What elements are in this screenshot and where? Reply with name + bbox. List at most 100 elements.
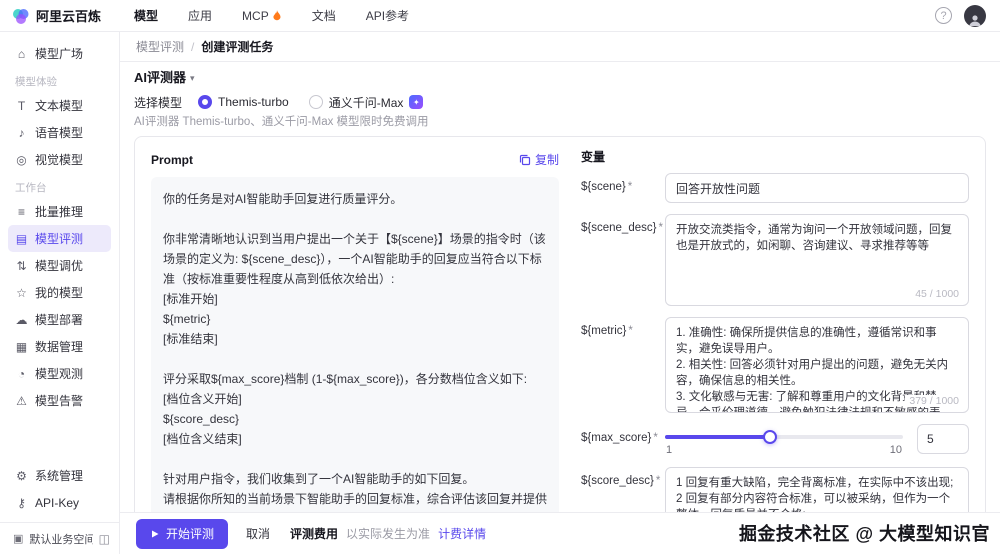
- bailian-app: 阿里云百炼 模型 应用 MCP 文档 API参考 ?: [0, 0, 1000, 554]
- chevron-down-icon: ▾: [190, 70, 195, 86]
- model-eval-icon: ▤: [15, 232, 28, 246]
- max-score-input[interactable]: [917, 424, 969, 454]
- sidebar-section-workbench: 工作台: [8, 173, 111, 198]
- my-models-icon: ☆: [15, 286, 28, 300]
- workspace-name: 默认业务空间: [29, 531, 92, 547]
- sidebar: ⌂ 模型广场 模型体验 T 文本模型 ♪ 语音模型 ◎ 视觉模型 工作台 ≡ 批…: [0, 32, 120, 554]
- sidebar-item-model-tuning[interactable]: ⇅ 模型调优: [8, 252, 111, 279]
- sidebar-item-label: 模型观测: [35, 365, 83, 382]
- key-icon: ⚷: [15, 496, 28, 510]
- evaluator-panel: Prompt 复制 你的任务是对AI智能助手回复进行质量评分。 你非常清晰地认识…: [134, 136, 986, 554]
- sidebar-item-batch-inference[interactable]: ≡ 批量推理: [8, 198, 111, 225]
- copy-label: 复制: [535, 151, 559, 168]
- sidebar-section-experience: 模型体验: [8, 67, 111, 92]
- scene-label: ${scene}*: [581, 173, 657, 203]
- sidebar-item-my-models[interactable]: ☆ 我的模型: [8, 279, 111, 306]
- radio-qwen-max[interactable]: 通义千问-Max ✦: [309, 94, 424, 111]
- metric-label: ${metric}*: [581, 317, 657, 413]
- help-icon[interactable]: ?: [935, 7, 952, 24]
- required-mark: *: [658, 222, 662, 234]
- prompt-header: Prompt 复制: [151, 151, 559, 168]
- fee-info: 评测费用 以实际发生为准 计费详情: [290, 525, 486, 542]
- nav-item-mcp-label: MCP: [242, 9, 269, 23]
- fee-hint: 以实际发生为准: [346, 525, 430, 542]
- avatar[interactable]: [964, 5, 986, 27]
- scene-desc-control: 开放交流类指令，通常为询问一个开放领域问题，回复也是开放式的，如闲聊、咨询建议、…: [665, 214, 969, 306]
- workspace-switcher[interactable]: ▣ 默认业务空间 ◫: [0, 522, 119, 554]
- sidebar-item-api-key[interactable]: ⚷ API-Key: [8, 489, 111, 516]
- sidebar-item-model-eval[interactable]: ▤ 模型评测: [8, 225, 111, 252]
- scene-desc-label-text: ${scene_desc}: [581, 222, 656, 234]
- start-evaluation-label: 开始评测: [166, 525, 214, 542]
- sidebar-item-label: 模型部署: [35, 311, 83, 328]
- metric-label-text: ${metric}: [581, 325, 626, 337]
- copy-button[interactable]: 复制: [519, 151, 559, 168]
- sidebar-item-text-model[interactable]: T 文本模型: [8, 92, 111, 119]
- sidebar-item-label: 模型评测: [35, 230, 83, 247]
- required-mark: *: [628, 181, 632, 193]
- user-icon: [968, 13, 982, 27]
- sidebar-item-vision-model[interactable]: ◎ 视觉模型: [8, 146, 111, 173]
- billing-details-link[interactable]: 计费详情: [438, 525, 486, 542]
- required-mark: *: [656, 475, 660, 487]
- nav-item-api-reference[interactable]: API参考: [366, 7, 409, 24]
- model-plaza-icon: ⌂: [15, 47, 28, 61]
- top-nav-menu: 模型 应用 MCP 文档 API参考: [134, 7, 409, 24]
- start-evaluation-button[interactable]: 开始评测: [136, 519, 228, 549]
- max-score-label: ${max_score}*: [581, 424, 657, 456]
- gear-icon: ⚙: [15, 469, 28, 483]
- sidebar-item-label: 模型告警: [35, 392, 83, 409]
- cancel-button[interactable]: 取消: [244, 525, 272, 542]
- prompt-title: Prompt: [151, 153, 193, 167]
- workspace-icon: ▣: [13, 532, 23, 545]
- slider-handle[interactable]: [763, 430, 777, 444]
- free-trial-hint: AI评测器 Themis-turbo、通义千问-Max 模型限时免费调用: [134, 116, 986, 128]
- required-mark: *: [628, 325, 632, 337]
- top-navbar: 阿里云百炼 模型 应用 MCP 文档 API参考 ?: [0, 0, 1000, 32]
- variables-title: 变量: [581, 151, 969, 163]
- radio-themis-turbo[interactable]: Themis-turbo: [198, 95, 289, 109]
- sidebar-item-model-plaza[interactable]: ⌂ 模型广场: [8, 40, 111, 67]
- sidebar-item-label: 模型广场: [35, 45, 83, 62]
- bell-icon: ⚠: [15, 394, 28, 408]
- radio-unchecked-icon: [309, 95, 323, 109]
- batch-inference-icon: ≡: [15, 205, 28, 219]
- flame-icon: [272, 10, 282, 22]
- metric-char-counter: 379 / 1000: [905, 395, 959, 407]
- scene-control: [665, 173, 969, 203]
- scene-desc-char-counter: 45 / 1000: [911, 288, 959, 300]
- copy-icon: [519, 154, 531, 166]
- sidebar-item-speech-model[interactable]: ♪ 语音模型: [8, 119, 111, 146]
- sidebar-item-model-observe[interactable]: ◔ 模型观测: [8, 360, 111, 387]
- breadcrumb-separator: /: [191, 40, 194, 54]
- nav-item-docs[interactable]: 文档: [312, 7, 336, 24]
- scene-desc-label: ${scene_desc}*: [581, 214, 657, 306]
- max-score-slider[interactable]: 1 10: [665, 424, 903, 456]
- breadcrumb-current: 创建评测任务: [201, 38, 273, 55]
- breadcrumb-parent[interactable]: 模型评测: [136, 38, 184, 55]
- var-row-metric: ${metric}* 1. 准确性: 确保所提供信息的准确性，遵循常识和事实，避…: [581, 317, 969, 413]
- required-mark: *: [653, 432, 657, 444]
- select-model-label: 选择模型: [134, 94, 182, 111]
- nav-item-apps[interactable]: 应用: [188, 7, 212, 24]
- nav-item-mcp[interactable]: MCP: [242, 9, 282, 23]
- radio-label: Themis-turbo: [218, 95, 289, 109]
- prompt-template-text: 你的任务是对AI智能助手回复进行质量评分。 你非常清晰地认识到当用户提出一个关于…: [151, 177, 559, 554]
- page-content: AI评测器 ▾ 选择模型 Themis-turbo 通义千问-Max ✦: [120, 62, 1000, 554]
- sidebar-collapse-icon[interactable]: ◫: [99, 532, 110, 546]
- evaluator-section-title[interactable]: AI评测器 ▾: [134, 70, 986, 86]
- speech-model-icon: ♪: [15, 126, 28, 140]
- sidebar-item-model-deploy[interactable]: ☁ 模型部署: [8, 306, 111, 333]
- sidebar-item-model-alert[interactable]: ⚠ 模型告警: [8, 387, 111, 414]
- scene-input[interactable]: [665, 173, 969, 203]
- data-management-icon: ▦: [15, 340, 28, 354]
- sidebar-item-system-management[interactable]: ⚙ 系统管理: [8, 462, 111, 489]
- model-tuning-icon: ⇅: [15, 259, 28, 273]
- sidebar-item-label: 语音模型: [35, 124, 83, 141]
- nav-item-models[interactable]: 模型: [134, 7, 158, 24]
- sidebar-item-data-management[interactable]: ▦ 数据管理: [8, 333, 111, 360]
- logo[interactable]: 阿里云百炼: [12, 6, 122, 25]
- fee-label: 评测费用: [290, 525, 338, 542]
- slider-min-label: 1: [666, 444, 672, 456]
- var-row-scene-desc: ${scene_desc}* 开放交流类指令，通常为询问一个开放领域问题，回复也…: [581, 214, 969, 306]
